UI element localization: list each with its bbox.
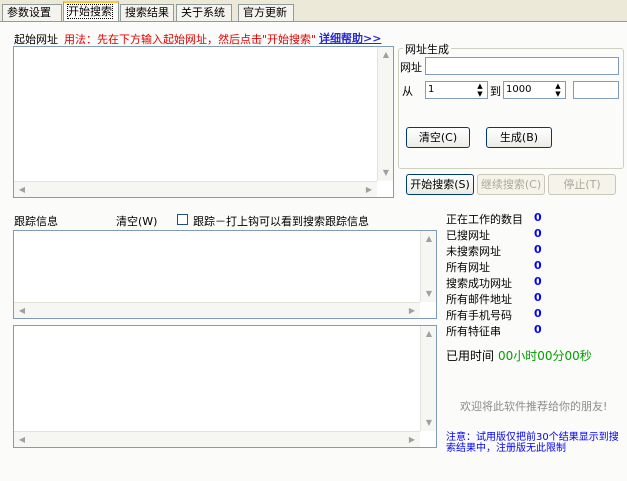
trace-checkbox-label[interactable]: 跟踪－打上钩可以看到搜索跟踪信息	[193, 213, 369, 229]
trace-textarea[interactable]: ▲ ▼ ◀ ▶	[13, 230, 437, 319]
help-link[interactable]: 详细帮助>>	[319, 30, 381, 46]
stat-searched-value: 0	[534, 227, 542, 240]
trace-label: 跟踪信息	[14, 215, 58, 228]
to-input[interactable]: 1000 ▲ ▼	[503, 81, 566, 99]
trace-checkbox[interactable]	[177, 214, 188, 225]
scroll-up-icon[interactable]: ▲	[421, 231, 437, 247]
to-value: 1000	[506, 84, 532, 95]
elapsed-label: 已用时间	[446, 349, 495, 363]
stat-all-urls-label: 所有网址	[446, 261, 490, 274]
stat-searched-label: 已搜网址	[446, 229, 490, 242]
stat-phones-value: 0	[534, 307, 542, 320]
stat-unsearched-value: 0	[534, 243, 542, 256]
scroll-right-icon[interactable]: ▶	[404, 432, 420, 448]
scroll-right-icon[interactable]: ▶	[404, 303, 420, 319]
recommend-text: 欢迎将此软件推荐给你的朋友!	[460, 400, 608, 413]
start-url-hscroll[interactable]: ◀ ▶	[14, 181, 377, 197]
from-spinner[interactable]: ▲ ▼	[473, 82, 487, 98]
stat-emails-label: 所有邮件地址	[446, 293, 512, 306]
start-url-label: 起始网址	[14, 33, 58, 46]
elapsed-value: 00小时00分00秒	[498, 349, 592, 363]
stat-phones-label: 所有手机号码	[446, 309, 512, 322]
scroll-down-icon[interactable]: ▼	[421, 415, 437, 431]
stat-unsearched-label: 未搜索网址	[446, 245, 501, 258]
start-url-textarea[interactable]: ▲ ▼ ◀ ▶	[13, 46, 394, 198]
tab-results-label: 搜索结果	[125, 6, 169, 19]
stat-features-label: 所有特征串	[446, 325, 501, 338]
to-label: 到	[490, 85, 501, 98]
tab-strip: 参数设置 搜索结果 关于系统 官方更新 开始搜索	[0, 0, 627, 22]
trace-vscroll[interactable]: ▲ ▼	[420, 231, 436, 302]
clear-urls-button[interactable]: 清空(C)	[406, 127, 470, 148]
from-label: 从	[402, 85, 413, 98]
url-pattern-input[interactable]	[425, 57, 619, 75]
scroll-left-icon[interactable]: ◀	[14, 432, 30, 448]
extra-input[interactable]	[573, 81, 619, 99]
start-url-vscroll[interactable]: ▲ ▼	[377, 47, 393, 181]
result-hscroll[interactable]: ◀ ▶	[14, 431, 420, 447]
tab-about-label: 关于系统	[181, 6, 225, 19]
start-search-button[interactable]: 开始搜索(S)	[406, 174, 474, 195]
tab-start-search-label: 开始搜索	[67, 4, 113, 19]
scroll-right-icon[interactable]: ▶	[361, 182, 377, 198]
from-input[interactable]: 1 ▲ ▼	[425, 81, 488, 99]
stat-features-value: 0	[534, 323, 542, 336]
scroll-down-icon[interactable]: ▼	[378, 165, 394, 181]
to-spinner[interactable]: ▲ ▼	[551, 82, 565, 98]
scroll-up-icon[interactable]: ▲	[378, 47, 394, 63]
trace-clear-link[interactable]: 清空(W)	[116, 213, 157, 229]
from-value: 1	[428, 84, 435, 95]
trace-hscroll[interactable]: ◀ ▶	[14, 302, 420, 318]
stat-working-label: 正在工作的数目	[446, 213, 523, 226]
scroll-left-icon[interactable]: ◀	[14, 182, 30, 198]
scroll-left-icon[interactable]: ◀	[14, 303, 30, 319]
scroll-up-icon[interactable]: ▲	[421, 326, 437, 342]
tab-about[interactable]: 关于系统	[176, 4, 232, 21]
generate-button[interactable]: 生成(B)	[486, 127, 552, 148]
stop-button[interactable]: 停止(T)	[548, 174, 616, 195]
url-label: 网址	[400, 61, 422, 74]
tab-results[interactable]: 搜索结果	[120, 4, 174, 21]
tab-update[interactable]: 官方更新	[238, 4, 294, 21]
result-textarea[interactable]: ▲ ▼ ◀ ▶	[13, 325, 437, 448]
stat-all-urls-value: 0	[534, 259, 542, 272]
stat-working-value: 0	[534, 211, 542, 224]
usage-text: 用法：先在下方输入起始网址，然后点击"开始搜索"	[64, 33, 317, 46]
tab-start-search[interactable]: 开始搜索	[63, 1, 119, 22]
continue-search-button[interactable]: 继续搜索(C)	[477, 174, 545, 195]
stat-success-value: 0	[534, 275, 542, 288]
stat-success-label: 搜索成功网址	[446, 277, 512, 290]
tab-params-label: 参数设置	[7, 6, 51, 19]
trial-notice: 注意：试用版仅把前30个结果显示到搜索结果中，注册版无此限制	[446, 432, 619, 454]
tab-params[interactable]: 参数设置	[2, 4, 62, 21]
scroll-down-icon[interactable]: ▼	[421, 286, 437, 302]
url-gen-legend: 网址生成	[403, 41, 451, 57]
tab-update-label: 官方更新	[243, 6, 287, 19]
stat-emails-value: 0	[534, 291, 542, 304]
result-vscroll[interactable]: ▲ ▼	[420, 326, 436, 431]
